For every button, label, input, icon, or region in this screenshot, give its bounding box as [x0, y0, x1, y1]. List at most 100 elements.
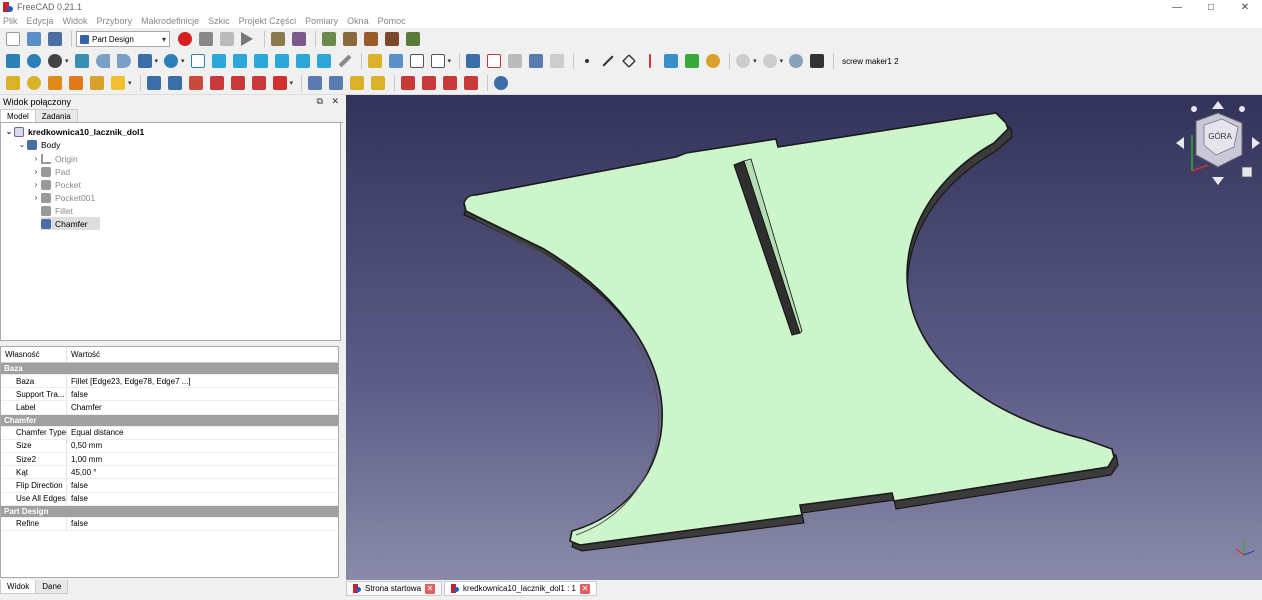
- chevron-down-icon[interactable]: ⌄: [4, 127, 14, 136]
- debug-out-icon[interactable]: [383, 30, 401, 48]
- menu-macro[interactable]: Makrodefinicje: [141, 16, 199, 26]
- top-view-icon[interactable]: [231, 52, 249, 70]
- property-row[interactable]: Label Chamfer: [1, 401, 338, 415]
- minimize-button[interactable]: —: [1160, 0, 1194, 14]
- menu-windows[interactable]: Okna: [347, 16, 369, 26]
- tree-item-document[interactable]: ⌄ kredkownica10_lacznik_dol1: [4, 125, 144, 138]
- tab-tasks[interactable]: Zadania: [34, 109, 78, 122]
- rear-view-icon[interactable]: [273, 52, 291, 70]
- maximize-button[interactable]: □: [1194, 0, 1228, 14]
- subtractive-pipe-icon[interactable]: [229, 74, 247, 92]
- clone-icon[interactable]: [704, 52, 722, 70]
- pipe-icon[interactable]: [67, 74, 85, 92]
- thickness-icon[interactable]: [462, 74, 480, 92]
- datum-point-icon[interactable]: [578, 52, 596, 70]
- edit-macro-icon[interactable]: [218, 30, 236, 48]
- nav-arrow-down-icon[interactable]: [1212, 177, 1224, 185]
- attach-sketch-icon[interactable]: [506, 52, 524, 70]
- validate-sketch-icon[interactable]: [527, 52, 545, 70]
- mirrored-icon[interactable]: [306, 74, 324, 92]
- back-icon[interactable]: [94, 52, 112, 70]
- linear-pattern-icon[interactable]: [327, 74, 345, 92]
- fillet-icon[interactable]: [399, 74, 417, 92]
- body-icon[interactable]: [464, 52, 482, 70]
- bottom-view-icon[interactable]: [294, 52, 312, 70]
- draft-icon[interactable]: [441, 74, 459, 92]
- tab-view[interactable]: Widok: [0, 580, 37, 594]
- subtractive-primitive-icon[interactable]: [271, 74, 289, 92]
- tree-item-pocket[interactable]: › Pocket: [31, 178, 81, 191]
- chevron-down-icon[interactable]: ▾: [753, 57, 757, 65]
- chevron-right-icon[interactable]: ›: [31, 167, 41, 176]
- whats-this-icon[interactable]: [808, 52, 826, 70]
- nav-arrow-up-icon[interactable]: [1212, 101, 1224, 109]
- property-row[interactable]: Size2 1,00 mm: [1, 452, 338, 467]
- close-button[interactable]: ✕: [1228, 0, 1262, 14]
- isometric-view-icon[interactable]: [189, 52, 207, 70]
- boolean-icon[interactable]: [492, 74, 510, 92]
- create-part-icon[interactable]: [387, 52, 405, 70]
- property-row[interactable]: Baza Fillet [Edge23, Edge78, Edge7 ...]: [1, 375, 338, 389]
- create-body-icon[interactable]: [366, 52, 384, 70]
- loft-icon[interactable]: [46, 74, 64, 92]
- tree-item-pad[interactable]: › Pad: [31, 165, 70, 178]
- menu-help[interactable]: Pomoc: [378, 16, 406, 26]
- part-top-face[interactable]: [463, 112, 1115, 546]
- 3d-scene[interactable]: GÓRA: [346, 95, 1262, 580]
- open-document-icon[interactable]: [25, 30, 43, 48]
- chevron-right-icon[interactable]: ›: [31, 193, 41, 202]
- float-panel-icon[interactable]: ⧉: [317, 96, 323, 106]
- close-icon[interactable]: ✕: [580, 583, 590, 594]
- chevron-down-icon[interactable]: ⌄: [17, 140, 27, 149]
- fit-selection-icon[interactable]: [25, 52, 43, 70]
- property-value[interactable]: Fillet [Edge23, Edge78, Edge7 ...]: [67, 377, 191, 386]
- measure-distance-icon[interactable]: [336, 52, 354, 70]
- chevron-down-icon[interactable]: ▾: [128, 79, 132, 87]
- property-value[interactable]: Chamfer: [67, 403, 102, 412]
- pocket-icon[interactable]: [145, 74, 163, 92]
- close-panel-icon[interactable]: ✕: [331, 96, 339, 106]
- nav-arrow-left-icon[interactable]: [1176, 137, 1184, 149]
- fit-all-icon[interactable]: [4, 52, 22, 70]
- tab-model[interactable]: Model: [0, 109, 36, 122]
- property-value[interactable]: false: [67, 494, 88, 503]
- tree-item-chamfer[interactable]: Chamfer: [41, 217, 100, 230]
- local-coordinate-icon[interactable]: [641, 52, 659, 70]
- property-value[interactable]: 0,50 mm: [67, 441, 102, 450]
- property-row[interactable]: Chamfer Type Equal distance: [1, 426, 338, 440]
- chevron-down-icon[interactable]: ▾: [780, 57, 784, 65]
- link-actions-icon[interactable]: [429, 52, 447, 70]
- navigation-cube[interactable]: GÓRA: [1176, 101, 1260, 185]
- chevron-right-icon[interactable]: ›: [31, 180, 41, 189]
- redo-icon[interactable]: [761, 52, 779, 70]
- front-view-icon[interactable]: [210, 52, 228, 70]
- doc-tab-start-page[interactable]: Strona startowa ✕: [346, 581, 443, 596]
- new-sketch-icon[interactable]: [485, 52, 503, 70]
- property-row[interactable]: Kąt 45,00 °: [1, 466, 338, 480]
- inspect-icon[interactable]: [269, 30, 287, 48]
- property-row[interactable]: Use All Edges false: [1, 492, 338, 506]
- multi-transform-icon[interactable]: [369, 74, 387, 92]
- view-menu-icon[interactable]: [1241, 166, 1253, 178]
- left-view-icon[interactable]: [315, 52, 333, 70]
- subshape-binder-icon[interactable]: [683, 52, 701, 70]
- forward-icon[interactable]: [115, 52, 133, 70]
- property-value[interactable]: false: [67, 519, 88, 528]
- property-group-base[interactable]: Baza: [1, 363, 338, 375]
- tree-item-body[interactable]: ⌄ Body: [17, 138, 60, 151]
- right-view-icon[interactable]: [252, 52, 270, 70]
- hole-icon[interactable]: [166, 74, 184, 92]
- debug-break-icon[interactable]: [404, 30, 422, 48]
- menu-file[interactable]: Plik: [3, 16, 18, 26]
- shape-binder-icon[interactable]: [662, 52, 680, 70]
- menu-tools[interactable]: Przybory: [97, 16, 133, 26]
- python-debug-icon[interactable]: [290, 30, 308, 48]
- chamfer-icon[interactable]: [420, 74, 438, 92]
- navcube-face-label[interactable]: GÓRA: [1208, 132, 1232, 141]
- close-icon[interactable]: ✕: [425, 583, 436, 594]
- property-value[interactable]: 1,00 mm: [67, 455, 102, 464]
- record-macro-icon[interactable]: [176, 30, 194, 48]
- additive-primitive-icon[interactable]: [109, 74, 127, 92]
- property-group-chamfer[interactable]: Chamfer: [1, 414, 338, 427]
- zoom-icon[interactable]: [162, 52, 180, 70]
